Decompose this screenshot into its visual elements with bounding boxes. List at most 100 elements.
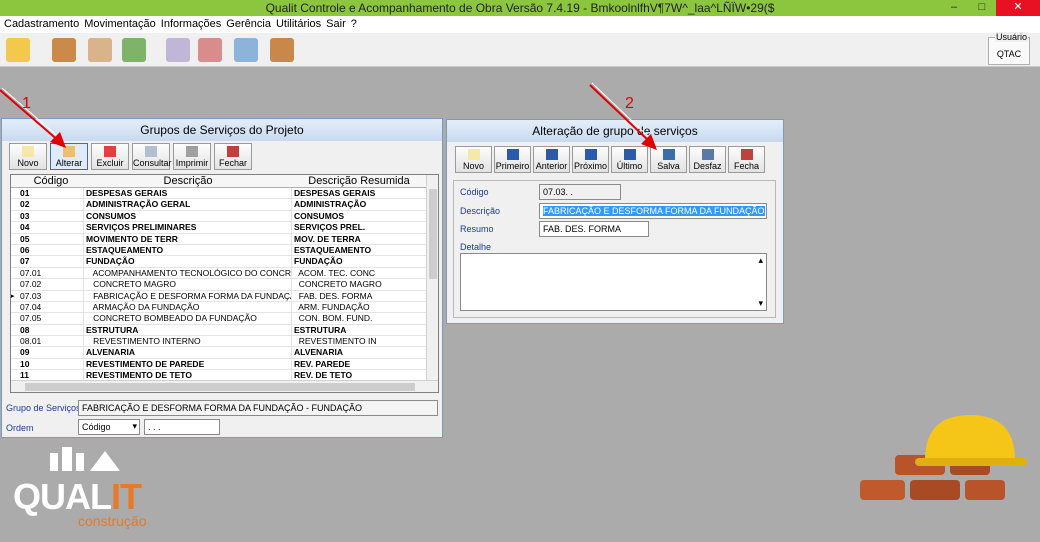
menu-utilitarios[interactable]: Utilitários [276, 16, 326, 33]
schedule-icon[interactable] [198, 38, 222, 62]
user-box: Usuário QTAC [988, 32, 1030, 65]
order-select[interactable]: Código ▾ [78, 419, 140, 435]
table-row[interactable]: ▸ 07.03 FABRICAÇÃO E DESFORMA FORMA DA FU… [11, 290, 438, 302]
table-row[interactable]: 07.02 CONCRETO MAGRO CONCRETO MAGRO [11, 279, 438, 291]
table-row[interactable]: 02 ADMINISTRAÇÃO GERAL ADMINISTRAÇÃO [11, 199, 438, 211]
menu-sair[interactable]: Sair [326, 16, 351, 33]
cell-descricao-resumida: ADMINISTRAÇÃO [294, 199, 367, 210]
resumo-field[interactable]: FAB. DES. FORMA [539, 221, 649, 237]
annotation-label-1: 1 [22, 95, 31, 112]
cell-descricao: CONSUMOS [84, 210, 292, 222]
cell-descricao-resumida: CONSUMOS [294, 210, 345, 221]
menu-bar: Cadastramento Movimentação Informações G… [0, 16, 1040, 33]
menu-help[interactable]: ? [351, 16, 362, 33]
grid-header: Código Descrição Descrição Resumida [11, 175, 438, 188]
novo-button-2[interactable]: Novo [455, 146, 492, 173]
fechar-button[interactable]: Fechar [214, 143, 252, 170]
table-row[interactable]: 08 ESTRUTURA ESTRUTURA [11, 324, 438, 337]
row-indicator [11, 302, 18, 312]
cell-descricao-resumida: ESTAQUEAMENTO [294, 244, 372, 255]
cell-codigo: 07 [18, 256, 84, 267]
order-label: Ordem [6, 423, 34, 433]
cell-descricao: SERVIÇOS PRELIMINARES [84, 222, 292, 233]
table-row[interactable]: 07.04 ARMAÇÃO DA FUNDAÇÃO ARM. FUNDAÇÃO [11, 301, 438, 314]
menu-gerencia[interactable]: Gerência [226, 16, 276, 33]
cell-descricao: ESTRUTURA [84, 324, 292, 336]
col-descricao-resumida[interactable]: Descrição Resumida [292, 175, 426, 187]
row-indicator [11, 188, 18, 198]
calendar-icon[interactable] [88, 38, 112, 62]
table-row[interactable]: 01 DESPESAS GERAIS DESPESAS GERAIS [11, 188, 438, 200]
cell-descricao-resumida: FAB. DES. FORMA [294, 290, 373, 301]
consultar-button[interactable]: Consultar [132, 143, 172, 170]
window-title: Qualit Controle e Acompanhamento de Obra… [265, 1, 775, 15]
cell-descricao: MOVIMENTO DE TERR [84, 233, 292, 244]
minimize-button[interactable]: – [940, 0, 968, 16]
table-row[interactable]: 08.01 REVESTIMENTO INTERNO REVESTIMENTO … [11, 336, 438, 348]
menu-cadastramento[interactable]: Cadastramento [4, 16, 84, 33]
desfaz-button[interactable]: Desfaz [689, 146, 726, 173]
table-row[interactable]: 04 SERVIÇOS PRELIMINARES SERVIÇOS PREL. [11, 222, 438, 234]
table-row[interactable]: 07.01 ACOMPANHAMENTO TECNOLÓGICO DO CONC… [11, 267, 438, 280]
anterior-button[interactable]: Anterior [533, 146, 570, 173]
cell-descricao: FUNDAÇÃO [84, 256, 292, 267]
table-row[interactable]: 05 MOVIMENTO DE TERR MOV. DE TERRA [11, 233, 438, 245]
fecha-button[interactable]: Fecha [728, 146, 765, 173]
primeiro-button[interactable]: Primeiro [494, 146, 531, 173]
cell-codigo: 06 [18, 244, 84, 256]
user-value: QTAC [996, 49, 1022, 59]
close-button[interactable]: ✕ [996, 0, 1040, 16]
grid-horizontal-scrollbar[interactable] [11, 380, 438, 392]
annotation-arrow-1 [0, 87, 66, 148]
row-indicator [11, 313, 18, 323]
col-codigo[interactable]: Código [18, 175, 84, 187]
cell-codigo: 04 [18, 222, 84, 233]
cell-descricao: ESTAQUEAMENTO [84, 244, 292, 256]
table-row[interactable]: 09 ALVENARIA ALVENARIA [11, 347, 438, 359]
grid-vertical-scrollbar[interactable] [426, 175, 438, 380]
desc-selected-text: FABRICAÇÃO E DESFORMA FORMA DA FUNDAÇÃO [543, 206, 765, 216]
scroll-down-icon[interactable]: ▾ [758, 298, 763, 309]
table-row[interactable]: 07 FUNDAÇÃO FUNDAÇÃO [11, 256, 438, 268]
groups-panel: Grupos de Serviços do Projeto Novo Alter… [1, 118, 443, 438]
cell-codigo: 09 [18, 347, 84, 358]
order-search-input[interactable]: . . . [144, 419, 220, 435]
col-descricao[interactable]: Descrição [84, 175, 292, 187]
people-icon[interactable] [166, 38, 190, 62]
table-row[interactable]: 06 ESTAQUEAMENTO ESTAQUEAMENTO [11, 244, 438, 257]
cell-codigo: 08 [18, 324, 84, 336]
imprimir-button[interactable]: Imprimir [173, 143, 211, 170]
row-indicator [11, 211, 18, 221]
cell-descricao-resumida: CON. BOM. FUND. [294, 313, 373, 324]
logo-main: QUAL [13, 476, 112, 517]
desc-field[interactable]: FABRICAÇÃO E DESFORMA FORMA DA FUNDAÇÃO [539, 203, 767, 219]
maximize-button[interactable]: □ [968, 0, 996, 16]
excluir-button[interactable]: Excluir [91, 143, 129, 170]
cell-codigo: 07.02 [18, 279, 84, 290]
table-row[interactable]: 10 REVESTIMENTO DE PAREDE REV. PAREDE [11, 358, 438, 371]
scroll-up-icon[interactable]: ▴ [758, 255, 763, 266]
cell-descricao: ARMAÇÃO DA FUNDAÇÃO [84, 301, 292, 313]
exit-door-icon[interactable] [270, 38, 294, 62]
spreadsheet-icon[interactable] [122, 38, 146, 62]
new-project-icon[interactable] [6, 38, 30, 62]
row-indicator [11, 234, 18, 244]
cell-descricao-resumida: SERVIÇOS PREL. [294, 222, 366, 233]
chart-icon[interactable] [234, 38, 258, 62]
menu-movimentacao[interactable]: Movimentação [84, 16, 161, 33]
main-toolbar: Usuário QTAC [0, 32, 1040, 67]
cell-descricao-resumida: DESPESAS GERAIS [294, 188, 376, 198]
row-indicator: ▸ [11, 292, 15, 300]
groups-grid[interactable]: Código Descrição Descrição Resumida 01 DE… [10, 174, 439, 393]
cell-descricao: REVESTIMENTO DE PAREDE [84, 358, 292, 370]
cell-descricao: CONCRETO BOMBEADO DA FUNDAÇÃO [84, 313, 292, 324]
code-field: 07.03. . [539, 184, 621, 200]
detail-textarea[interactable]: ▴ ▾ [460, 253, 767, 311]
menu-informacoes[interactable]: Informações [161, 16, 227, 33]
tools-icon[interactable] [52, 38, 76, 62]
first-record-icon [506, 149, 519, 160]
table-row[interactable]: 07.05 CONCRETO BOMBEADO DA FUNDAÇÃO CON.… [11, 313, 438, 325]
table-row[interactable]: 03 CONSUMOS CONSUMOS [11, 210, 438, 223]
cell-descricao: ALVENARIA [84, 347, 292, 358]
cell-descricao-resumida: CONCRETO MAGRO [294, 279, 382, 290]
